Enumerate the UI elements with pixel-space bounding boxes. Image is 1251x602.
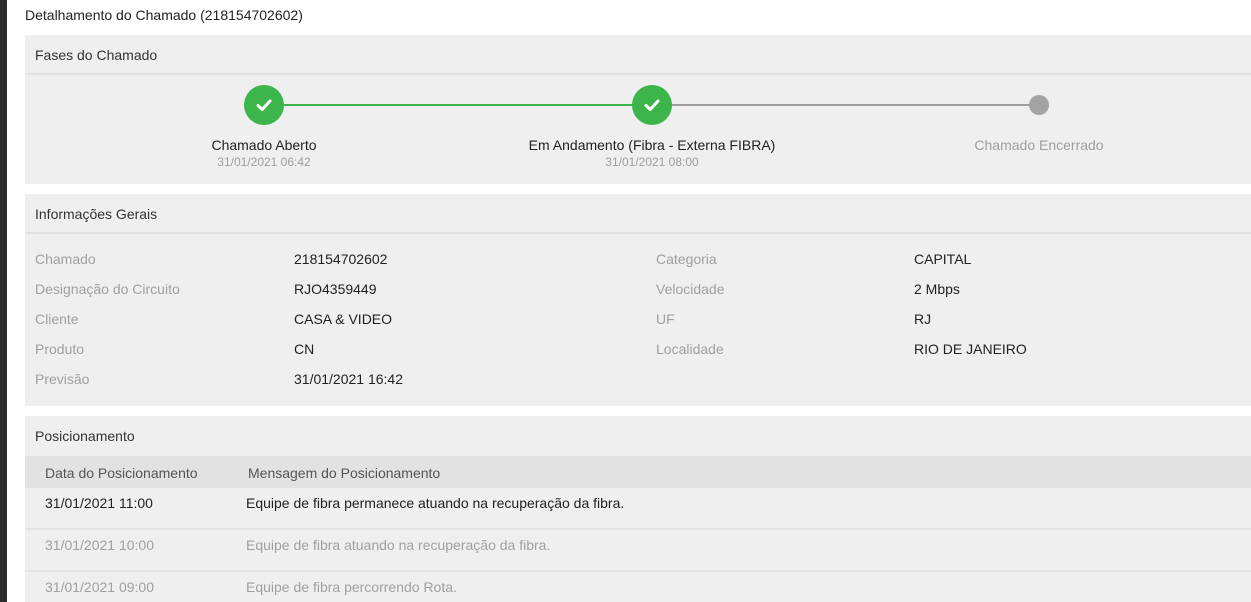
table-row: 31/01/2021 10:00 Equipe de fibra atuando… <box>25 530 1251 572</box>
info-value-forecast: 31/01/2021 16:42 <box>294 371 403 387</box>
info-value-client: CASA & VIDEO <box>294 311 393 327</box>
step-1-done-marker <box>244 85 284 125</box>
phase-track-done-1 <box>264 104 652 106</box>
general-info-header: Informações Gerais <box>25 194 1251 234</box>
step-1-date: 31/01/2021 06:42 <box>217 155 311 169</box>
info-value-speed: 2 Mbps <box>914 281 960 297</box>
check-icon <box>256 99 272 111</box>
info-value-circuit: RJO4359449 <box>294 281 377 297</box>
table-row: 31/01/2021 09:00 Equipe de fibra percorr… <box>25 572 1251 602</box>
info-value-uf: RJ <box>914 311 932 327</box>
left-edge-strip <box>0 0 7 602</box>
row-message: Equipe de fibra permanece atuando na rec… <box>246 495 625 511</box>
column-header-message[interactable]: Mensagem do Posicionamento <box>248 465 440 481</box>
step-3-pending-marker <box>1029 95 1049 115</box>
phases-panel-header: Fases do Chamado <box>25 35 1251 75</box>
table-row: 31/01/2021 11:00 Equipe de fibra permane… <box>25 488 1251 530</box>
info-label-forecast: Previsão <box>35 371 90 387</box>
row-date: 31/01/2021 10:00 <box>45 537 154 553</box>
phase-track-pending <box>652 104 1039 106</box>
column-header-date[interactable]: Data do Posicionamento <box>45 465 198 481</box>
ticket-detail: Detalhamento do Chamado (218154702602) F… <box>25 0 1251 602</box>
check-icon <box>644 99 660 111</box>
positions-header: Posicionamento <box>35 428 135 444</box>
step-2-label: Em Andamento (Fibra - Externa FIBRA) <box>528 137 776 153</box>
step-2-done-marker <box>632 85 672 125</box>
phase-stepper: Chamado Aberto 31/01/2021 06:42 Em Andam… <box>25 75 1251 182</box>
info-label-uf: UF <box>656 311 675 327</box>
row-message: Equipe de fibra percorrendo Rota. <box>246 579 457 595</box>
info-value-category: CAPITAL <box>914 251 972 267</box>
step-3-label: Chamado Encerrado <box>974 137 1104 153</box>
info-label-chamado: Chamado <box>35 251 96 267</box>
info-value-locality: RIO DE JANEIRO <box>914 341 1027 357</box>
info-value-chamado: 218154702602 <box>294 251 388 267</box>
info-label-client: Cliente <box>35 311 79 327</box>
row-date: 31/01/2021 11:00 <box>45 495 153 511</box>
step-2-date: 31/01/2021 08:00 <box>605 155 699 169</box>
info-label-product: Produto <box>35 341 85 357</box>
general-info-panel: Informações Gerais Chamado 218154702602 … <box>25 194 1251 406</box>
row-message: Equipe de fibra atuando na recuperação d… <box>246 537 551 553</box>
positions-panel: Posicionamento Data do Posicionamento Me… <box>25 416 1251 602</box>
info-label-speed: Velocidade <box>656 281 725 297</box>
row-date: 31/01/2021 09:00 <box>45 579 154 595</box>
info-label-circuit: Designação do Circuito <box>35 281 180 297</box>
phases-panel: Fases do Chamado Chamado Aberto 31/01/20… <box>25 35 1251 184</box>
general-info-grid: Chamado 218154702602 Designação do Circu… <box>25 234 1251 404</box>
info-label-locality: Localidade <box>656 341 724 357</box>
info-value-product: CN <box>294 341 315 357</box>
step-1-label: Chamado Aberto <box>211 137 317 153</box>
positions-table-header: Data do Posicionamento Mensagem do Posic… <box>25 456 1251 488</box>
info-label-category: Categoria <box>656 251 717 267</box>
page-title: Detalhamento do Chamado (218154702602) <box>25 7 303 23</box>
